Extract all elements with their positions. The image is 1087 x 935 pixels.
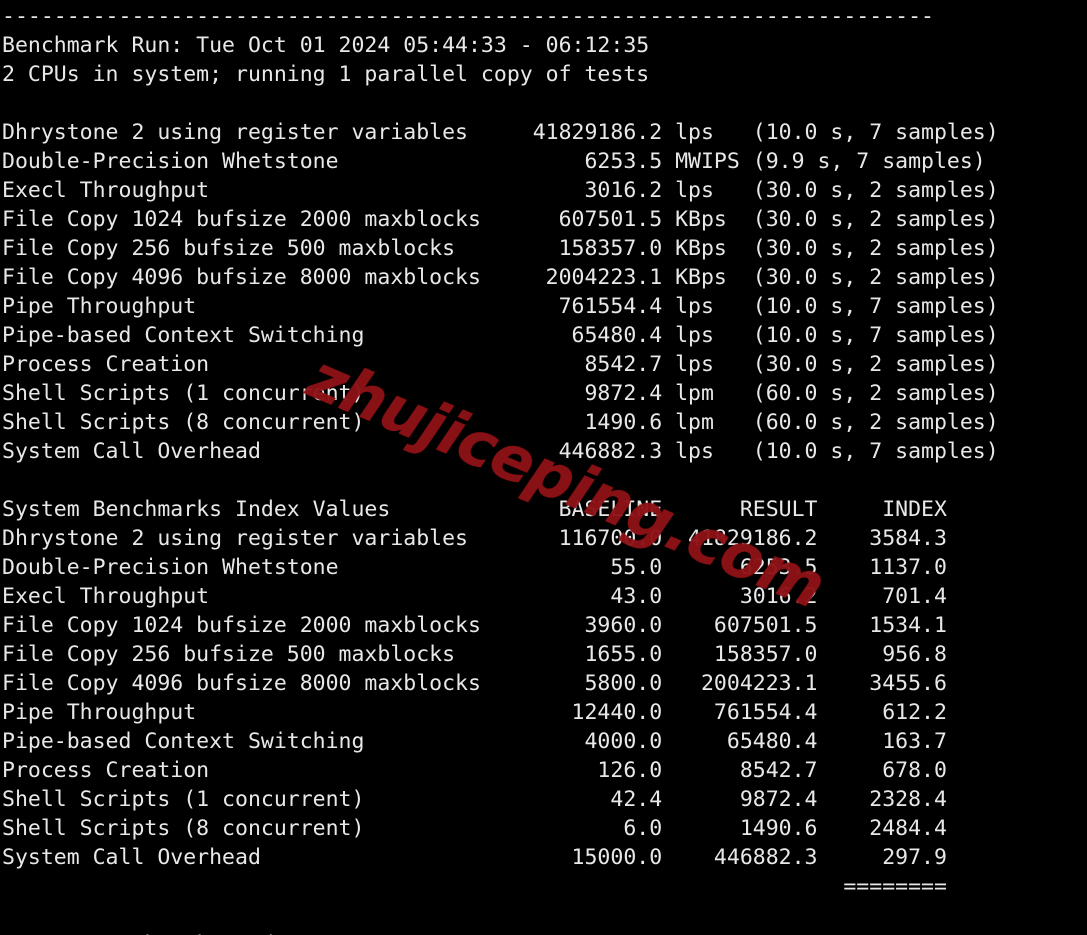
raw-result-row: Double-Precision Whetstone 6253.5 MWIPS …: [2, 149, 986, 174]
index-table-row: Process Creation 126.0 8542.7 678.0: [2, 758, 947, 783]
raw-result-row: Process Creation 8542.7 lps (30.0 s, 2 s…: [2, 352, 999, 377]
index-table-row: Dhrystone 2 using register variables 116…: [2, 526, 947, 551]
raw-result-row: Execl Throughput 3016.2 lps (30.0 s, 2 s…: [2, 178, 999, 203]
score-separator: ========: [2, 874, 947, 899]
raw-result-row: Shell Scripts (8 concurrent) 1490.6 lpm …: [2, 410, 999, 435]
score-separator-line: ========: [2, 872, 1087, 901]
benchmark-run-header: Benchmark Run: Tue Oct 01 2024 05:44:33 …: [2, 33, 650, 58]
index-table-header: System Benchmarks Index Values BASELINE …: [2, 497, 947, 522]
index-table-row: File Copy 256 bufsize 500 maxblocks 1655…: [2, 642, 947, 667]
score-row: System Benchmarks Index Score 1045.1: [2, 930, 1087, 935]
raw-results-section: Dhrystone 2 using register variables 418…: [2, 118, 1087, 466]
index-table-row: System Call Overhead 15000.0 446882.3 29…: [2, 845, 947, 870]
raw-result-row: System Call Overhead 446882.3 lps (10.0 …: [2, 439, 999, 464]
raw-result-row: Pipe-based Context Switching 65480.4 lps…: [2, 323, 999, 348]
index-table-row: Double-Precision Whetstone 55.0 6253.5 1…: [2, 555, 947, 580]
index-table-row: File Copy 4096 bufsize 8000 maxblocks 58…: [2, 671, 947, 696]
index-table-row: File Copy 1024 bufsize 2000 maxblocks 39…: [2, 613, 947, 638]
index-table-row: Shell Scripts (8 concurrent) 6.0 1490.6 …: [2, 816, 947, 841]
separator-line-top: ----------------------------------------…: [2, 4, 934, 29]
raw-result-row: Pipe Throughput 761554.4 lps (10.0 s, 7 …: [2, 294, 999, 319]
index-score-row: System Benchmarks Index Score 1045.1: [2, 930, 1087, 935]
index-table-row: Execl Throughput 43.0 3016.2 701.4: [2, 584, 947, 609]
index-table-row: Shell Scripts (1 concurrent) 42.4 9872.4…: [2, 787, 947, 812]
index-table-header-row: System Benchmarks Index Values BASELINE …: [2, 495, 1087, 524]
raw-result-row: Dhrystone 2 using register variables 418…: [2, 120, 999, 145]
raw-result-row: File Copy 4096 bufsize 8000 maxblocks 20…: [2, 265, 999, 290]
index-table-row: Pipe Throughput 12440.0 761554.4 612.2: [2, 700, 947, 725]
terminal-output: ----------------------------------------…: [0, 0, 1087, 935]
raw-result-row: File Copy 1024 bufsize 2000 maxblocks 60…: [2, 207, 999, 232]
index-table-row: Pipe-based Context Switching 4000.0 6548…: [2, 729, 947, 754]
raw-result-row: File Copy 256 bufsize 500 maxblocks 1583…: [2, 236, 999, 261]
raw-result-row: Shell Scripts (1 concurrent) 9872.4 lpm …: [2, 381, 999, 406]
index-table-rows: Dhrystone 2 using register variables 116…: [2, 524, 1087, 872]
cpu-info-header: 2 CPUs in system; running 1 parallel cop…: [2, 62, 650, 87]
